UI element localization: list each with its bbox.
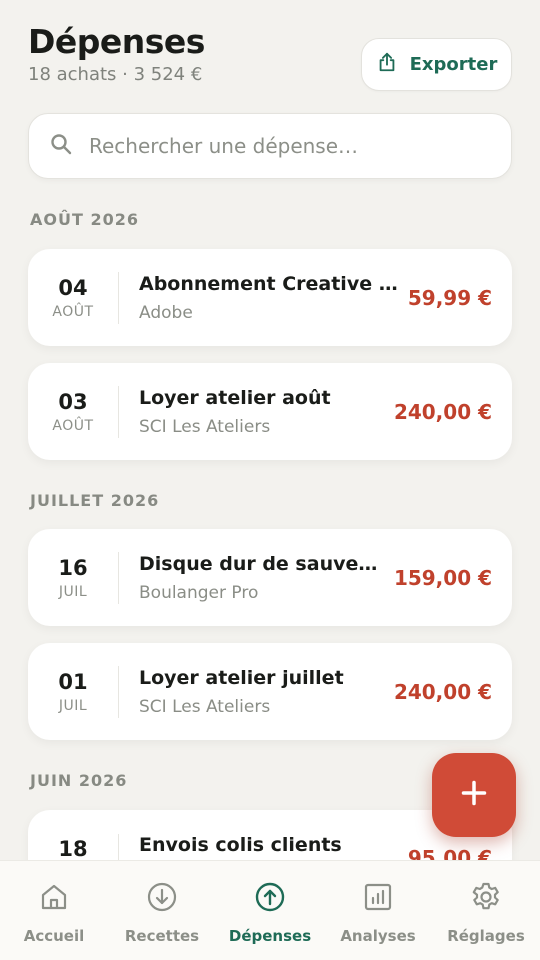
bar-chart-icon [362,881,394,917]
expense-amount: 159,00 € [393,565,492,590]
section-header-aout: AOÛT 2026 [30,210,139,229]
expense-date: 04 AOÛT [28,275,118,320]
add-expense-button[interactable] [432,753,516,837]
expense-day: 16 [58,556,88,580]
expense-day: 18 [58,837,88,861]
search-bar [28,113,512,179]
expense-amount: 240,00 € [393,399,492,424]
page-header: Dépenses 18 achats · 3 524 € Exporter [28,22,512,92]
expense-date: 03 AOÛT [28,389,118,434]
nav-label: Accueil [23,927,85,945]
nav-item-recettes[interactable]: Recettes [108,861,216,960]
section-header-juin: JUIN 2026 [30,771,128,790]
section-header-juillet: JUILLET 2026 [30,491,160,510]
plus-icon [460,779,488,811]
expense-name: Envois colis clients [139,834,342,856]
expense-vendor: SCI Les Ateliers [139,416,271,437]
expense-day: 03 [58,390,88,414]
nav-label: Analyses [340,927,416,945]
nav-item-depenses[interactable]: Dépenses [216,861,324,960]
expense-amount: 59,99 € [407,285,492,310]
home-icon [38,881,70,917]
expense-month: AOÛT [52,304,94,320]
expense-name: Abonnement Creative Cl... [139,272,400,295]
expense-name: Loyer atelier août [139,386,331,409]
search-input[interactable] [89,134,489,158]
expense-card[interactable]: 16 JUIL Disque dur de sauvegarde Boulang… [28,529,512,626]
expense-vendor: Adobe [139,302,193,323]
expense-month: AOÛT [52,418,94,434]
expense-name: Disque dur de sauvegarde [139,552,386,575]
share-upload-icon [376,51,398,78]
expense-vendor: Boulanger Pro [139,582,259,603]
expense-date: 16 JUIL [28,555,118,600]
search-icon [49,132,73,160]
export-button[interactable]: Exporter [361,38,512,91]
nav-label: Dépenses [228,927,312,945]
expense-name: Loyer atelier juillet [139,666,344,689]
nav-item-analyses[interactable]: Analyses [324,861,432,960]
nav-item-accueil[interactable]: Accueil [0,861,108,960]
bottom-nav: Accueil Recettes Dépenses Analyses Régla… [0,860,540,960]
expense-card[interactable]: 01 JUIL Loyer atelier juillet SCI Les At… [28,643,512,740]
nav-label: Recettes [124,927,200,945]
expense-card[interactable]: 03 AOÛT Loyer atelier août SCI Les Ateli… [28,363,512,460]
expense-day: 01 [58,670,88,694]
expense-date: 01 JUIL [28,669,118,714]
nav-item-reglages[interactable]: Réglages [432,861,540,960]
expense-card[interactable]: 04 AOÛT Abonnement Creative Cl... Adobe … [28,249,512,346]
nav-label: Réglages [447,927,525,945]
arrow-up-circle-icon [254,881,286,917]
gear-icon [470,881,502,917]
arrow-down-circle-icon [146,881,178,917]
expense-month: JUIL [58,698,88,714]
export-label: Exporter [409,54,498,75]
expense-vendor: SCI Les Ateliers [139,696,271,717]
expense-amount: 240,00 € [393,679,492,704]
expense-month: JUIL [58,584,88,600]
expense-day: 04 [58,276,88,300]
